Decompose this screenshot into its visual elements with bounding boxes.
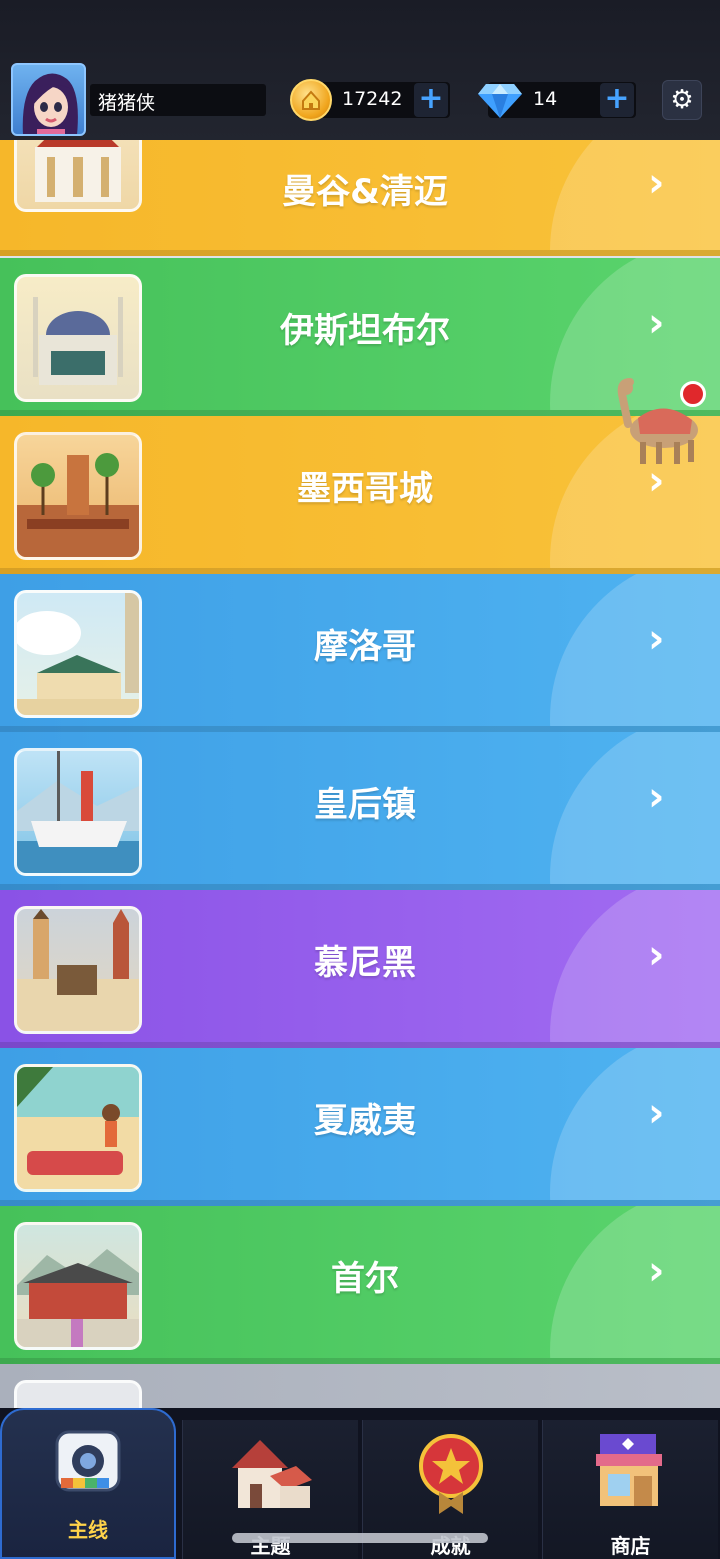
gem-value: 14 bbox=[533, 88, 558, 110]
add-coins-button[interactable]: + bbox=[414, 83, 448, 117]
level-title: 曼谷&清迈 bbox=[282, 172, 448, 212]
chevron-right-icon: › bbox=[648, 932, 665, 978]
nav-tab-shop[interactable]: 商店 bbox=[542, 1420, 718, 1559]
username: 猪猪侠 bbox=[98, 92, 156, 114]
level-title: 摩洛哥 bbox=[314, 627, 416, 667]
nav-label: 商店 bbox=[610, 1534, 651, 1558]
add-gems-button[interactable]: + bbox=[600, 83, 634, 117]
chevron-right-icon: › bbox=[648, 616, 665, 662]
home-indicator[interactable] bbox=[232, 1533, 488, 1543]
chevron-right-icon: › bbox=[648, 774, 665, 820]
medal-icon bbox=[418, 1434, 483, 1514]
level-card-munich[interactable]: 慕尼黑 › bbox=[0, 890, 720, 1048]
level-title: 慕尼黑 bbox=[314, 943, 416, 983]
thumbnail-munich bbox=[14, 906, 142, 1034]
camera-icon bbox=[55, 1430, 121, 1492]
notification-dot bbox=[680, 381, 706, 407]
thumbnail-hawaii bbox=[14, 1064, 142, 1192]
app-root: 猪猪侠 17242 + 14 + ⚙ 曼谷&清迈 › 伊斯坦布尔 › 墨西哥城 … bbox=[0, 0, 720, 1559]
level-card-queenstown[interactable]: 皇后镇 › bbox=[0, 732, 720, 890]
avatar[interactable] bbox=[11, 63, 86, 136]
level-title: 首尔 bbox=[331, 1259, 399, 1299]
chevron-right-icon: › bbox=[648, 300, 665, 346]
thumbnail-istanbul bbox=[14, 274, 142, 402]
settings-button[interactable]: ⚙ bbox=[662, 80, 702, 120]
level-card-hawaii[interactable]: 夏威夷 › bbox=[0, 1048, 720, 1206]
level-title: 皇后镇 bbox=[314, 785, 416, 825]
nav-tab-main[interactable]: 主线 bbox=[0, 1408, 176, 1559]
diamond-icon bbox=[478, 84, 522, 118]
thumbnail-queenstown bbox=[14, 748, 142, 876]
level-card-morocco[interactable]: 摩洛哥 › bbox=[0, 574, 720, 732]
thumbnail-seoul bbox=[14, 1222, 142, 1350]
chevron-right-icon: › bbox=[648, 160, 665, 206]
gear-icon: ⚙ bbox=[670, 85, 694, 115]
level-card-seoul[interactable]: 首尔 › bbox=[0, 1206, 720, 1364]
avatar-icon bbox=[22, 73, 78, 134]
top-bar: 猪猪侠 17242 + 14 + ⚙ bbox=[0, 0, 720, 140]
level-title: 伊斯坦布尔 bbox=[280, 311, 450, 351]
house-icon bbox=[231, 1440, 312, 1508]
chevron-right-icon: › bbox=[648, 1248, 665, 1294]
shop-icon bbox=[595, 1434, 662, 1506]
username-box: 猪猪侠 bbox=[90, 84, 266, 116]
nav-label: 主线 bbox=[68, 1518, 108, 1542]
coin-icon bbox=[290, 79, 332, 121]
coin-value: 17242 bbox=[342, 88, 403, 110]
thumbnail-mexico-city bbox=[14, 432, 142, 560]
level-title: 夏威夷 bbox=[314, 1101, 416, 1141]
thumbnail-morocco bbox=[14, 590, 142, 718]
chevron-right-icon: › bbox=[648, 1090, 665, 1136]
level-title: 墨西哥城 bbox=[297, 469, 433, 509]
